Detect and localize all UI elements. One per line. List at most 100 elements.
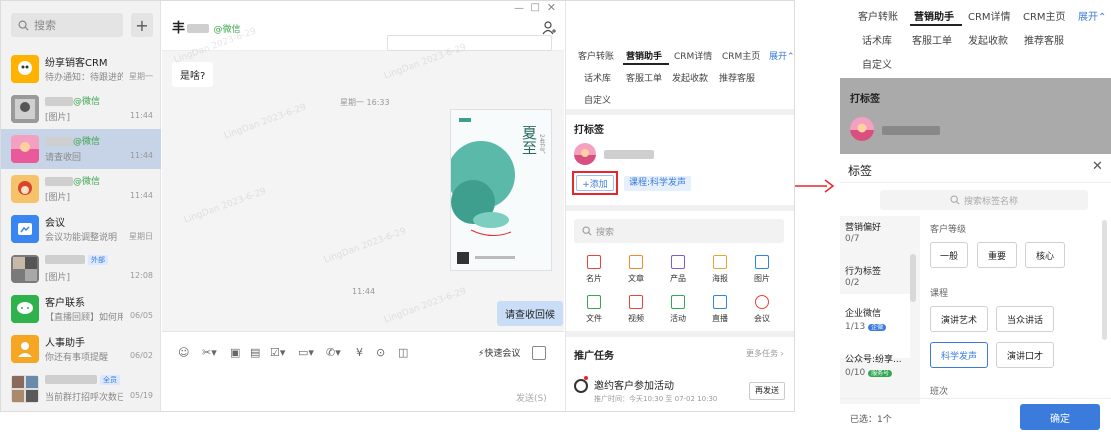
message-bubble: 请查收回候 [497,301,563,326]
tab-collect-payment[interactable]: 发起收款 [672,71,708,84]
expand-tabs-button[interactable]: 展开⌃ [1078,8,1106,23]
poster-image[interactable]: 夏至 24节气 [450,109,552,271]
tab-marketing-assistant[interactable]: 营销助手 [626,49,662,62]
forwarded-card [387,35,552,51]
category-behavior[interactable]: 行为标签 [845,264,881,277]
tag-chip[interactable]: 演讲口才 [996,342,1054,368]
tag-chip[interactable]: 重要 [977,242,1017,268]
tab-service-ticket[interactable]: 客服工单 [912,32,952,47]
image-button[interactable]: 图片 [744,255,780,284]
todo-icon[interactable]: ☑▾ [270,346,285,359]
message-bubble: 是啥? [172,62,214,87]
expand-tabs-button[interactable]: 展开⌃ [769,49,794,62]
conversation-time: 12:08 [129,271,153,280]
tab-script-library[interactable]: 话术库 [584,71,611,84]
file-button[interactable]: 文件 [576,295,612,324]
emoji-icon[interactable]: ☺ [178,346,189,359]
activity-button[interactable]: 活动 [660,295,696,324]
confirm-button[interactable]: 确定 [1020,404,1100,430]
add-tag-button[interactable]: +添加 [576,175,614,191]
tab-crm-detail[interactable]: CRM详情 [968,8,1011,23]
maximize-button[interactable]: □ [531,2,540,13]
conversation-item[interactable]: 客户联系 【直播回顾】如何用... 06/05 [1,289,161,329]
image-icon [755,255,769,269]
hr-assistant-icon [11,335,39,363]
tab-crm-home[interactable]: CRM主页 [1023,8,1066,23]
promotion-tasks-title: 推广任务 [574,351,614,362]
minimize-button[interactable]: — [514,3,524,14]
more-icon[interactable]: ⊙ [376,346,385,359]
document-icon[interactable]: ▤ [250,346,260,359]
group-title: 班次 [930,387,949,397]
wechat-tag: @微信 [73,97,101,107]
conversation-item-selected[interactable]: @微信 请查收回 11:44 [1,129,161,169]
add-member-icon[interactable] [542,21,556,35]
tab-custom[interactable]: 自定义 [584,93,611,106]
video-icon [629,295,643,309]
category-scrollbar[interactable] [910,254,916,302]
avatar [11,135,39,163]
all-staff-badge: 全员 [100,375,120,385]
tab-crm-detail[interactable]: CRM详情 [674,49,712,62]
conversation-preview: 【直播回顾】如何用... [45,313,123,323]
phone-icon[interactable]: ✆▾ [326,346,341,359]
poster-button[interactable]: 海报 [702,255,738,284]
live-button[interactable]: 直播 [702,295,738,324]
tab-collect-payment[interactable]: 发起收款 [968,32,1008,47]
conversation-title: 客户联系 [45,298,85,309]
send-button[interactable]: 发送(S) [516,391,547,404]
tab-recommend-service[interactable]: 推荐客服 [719,71,755,84]
search-input[interactable]: 搜索 [11,13,123,37]
conversation-item[interactable]: 人事助手 你还有事项提醒 06/02 [1,329,161,369]
category-official-account[interactable]: 公众号:纷享... [845,352,902,365]
video-button[interactable]: 视频 [618,295,654,324]
tab-service-ticket[interactable]: 客服工单 [626,71,662,84]
close-icon[interactable]: ✕ [1092,159,1103,174]
tab-customer-transfer[interactable]: 客户转账 [858,8,898,23]
tag-chip-selected[interactable]: 科学发声 [930,342,988,368]
tab-crm-home[interactable]: CRM主页 [722,49,760,62]
tag-chip[interactable]: 当众讲话 [996,306,1054,332]
quick-meeting-button[interactable]: ⚡快速会议 [478,346,520,359]
meeting-icon [11,215,39,243]
tab-recommend-service[interactable]: 推荐客服 [1024,32,1064,47]
external-badge: 外部 [88,255,108,265]
conversation-item[interactable]: 纷享销客CRM 待办通知：待跟进的... 星期一 [1,49,161,89]
add-button[interactable]: + [131,13,153,37]
divider [840,182,1111,183]
business-card-button[interactable]: 名片 [576,255,612,284]
image-icon[interactable]: ▣ [230,346,240,359]
conversation-item[interactable]: 全员 当前群打招呼次数已... 05/19 [1,369,161,409]
article-button[interactable]: 文章 [618,255,654,284]
category-marketing-preference[interactable]: 营销偏好 [845,220,881,233]
conversation-item[interactable]: 外部 [图片] 12:08 [1,249,161,289]
capture-icon[interactable]: ◫ [398,346,408,359]
screenshot-icon[interactable]: ✂▾ [202,346,217,359]
conversation-item[interactable]: @微信 [图片] 11:44 [1,89,161,129]
conversation-item[interactable]: @微信 [图片] 11:44 [1,169,161,209]
tags-scrollbar[interactable] [1102,220,1107,340]
tab-customer-transfer[interactable]: 客户转账 [578,49,614,62]
tag-chip[interactable]: 一般 [930,242,968,268]
tab-script-library[interactable]: 话术库 [862,32,892,47]
tag-chip[interactable]: 演讲艺术 [930,306,988,332]
product-button[interactable]: 产品 [660,255,696,284]
tab-marketing-assistant[interactable]: 营销助手 [914,8,954,23]
tag-chip[interactable]: 核心 [1025,242,1065,268]
tag-dialog-panel: 客户转账 营销助手 CRM详情 CRM主页 展开⌃ 话术库 客服工单 发起收款 … [840,0,1111,434]
meeting-button[interactable]: 会议 [744,295,780,324]
folder-icon[interactable]: ▭▾ [298,346,314,359]
category-enterprise-wechat[interactable]: 企业微信 [845,306,881,319]
tab-custom[interactable]: 自定义 [862,56,892,71]
payment-icon[interactable]: ¥ [356,346,363,359]
conversation-item[interactable]: 会议 会议功能调整说明 星期日 [1,209,161,249]
tag-search-input[interactable]: 搜索标签名称 [880,190,1088,210]
sidebar-toggle-icon[interactable] [532,346,546,360]
more-tasks-link[interactable]: 更多任务 › [746,348,784,359]
close-button[interactable]: ✕ [547,1,556,14]
material-search-input[interactable]: 搜索 [574,219,784,243]
unread-dot [584,376,588,380]
divider [840,398,1111,399]
resend-button[interactable]: 再发送 [749,382,785,400]
wecom-badge: 企微 [868,324,887,331]
